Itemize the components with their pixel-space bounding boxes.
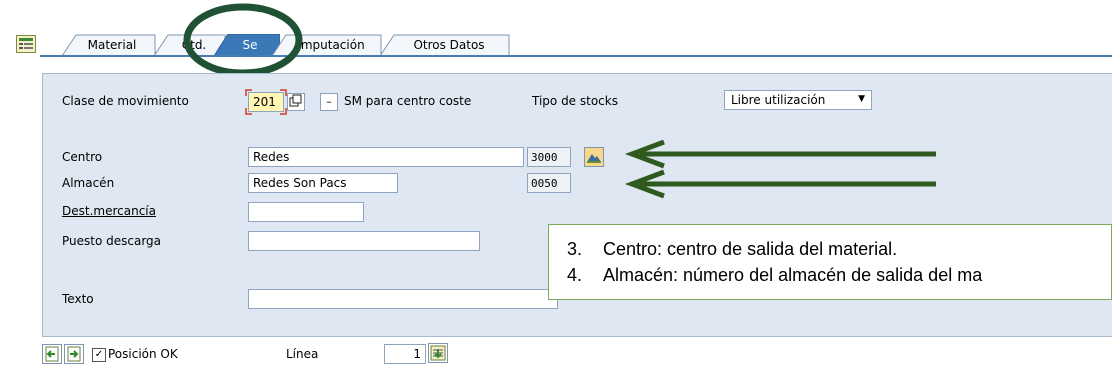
next-item-icon[interactable] <box>64 344 84 364</box>
movement-description: SM para centro coste <box>344 94 472 108</box>
storage-label: Almacén <box>62 176 115 190</box>
callout-text: Centro: centro de salida del material. <box>603 239 898 259</box>
movement-type-label: Clase de movimiento <box>62 94 189 108</box>
unloading-point-field[interactable] <box>248 231 480 251</box>
text-field[interactable] <box>248 289 558 309</box>
goods-recipient-label: Dest.mercancía <box>62 204 156 218</box>
expand-icon[interactable] <box>16 35 36 53</box>
go-to-line-icon[interactable] <box>428 343 448 363</box>
tab-label: Otros Datos <box>413 38 485 52</box>
position-ok-checkbox[interactable]: ✓ <box>92 348 106 362</box>
copy-icon[interactable] <box>287 93 305 111</box>
required-field-marker <box>245 89 287 115</box>
unloading-point-label: Puesto descarga <box>62 234 162 248</box>
plant-name-field[interactable]: Redes <box>248 147 524 167</box>
tab-otros-datos[interactable]: Otros Datos <box>380 34 510 56</box>
callout-number: 4. <box>567 265 583 285</box>
text-label: Texto <box>62 292 94 306</box>
annotation-callout: 3. Centro: centro de salida del material.… <box>548 224 1112 300</box>
tab-material[interactable]: Material <box>62 34 156 56</box>
callout-number: 3. <box>567 239 583 259</box>
annotation-arrows <box>624 140 936 199</box>
position-ok-label: Posición OK <box>108 347 178 361</box>
highlight-ellipse <box>183 3 303 77</box>
dropdown-arrow-icon: ▼ <box>858 94 865 104</box>
stock-type-select[interactable]: Libre utilización ▼ <box>724 90 872 110</box>
callout-text: Almacén: número del almacén de salida de… <box>603 265 983 285</box>
stock-type-label: Tipo de stocks <box>532 94 618 108</box>
plant-label: Centro <box>62 150 103 164</box>
plant-detail-icon[interactable] <box>584 147 604 167</box>
previous-item-icon[interactable] <box>42 344 62 364</box>
storage-code-field: 0050 <box>527 173 571 193</box>
goods-recipient-field[interactable] <box>248 202 364 222</box>
plant-code-field: 3000 <box>527 147 571 167</box>
line-field[interactable]: 1 <box>384 344 426 364</box>
line-label: Línea <box>286 347 319 361</box>
storage-name-field[interactable]: Redes Son Pacs <box>248 173 398 193</box>
stock-type-value: Libre utilización <box>731 93 826 107</box>
tab-label: Material <box>87 38 137 52</box>
minus-sign: – <box>320 93 338 111</box>
